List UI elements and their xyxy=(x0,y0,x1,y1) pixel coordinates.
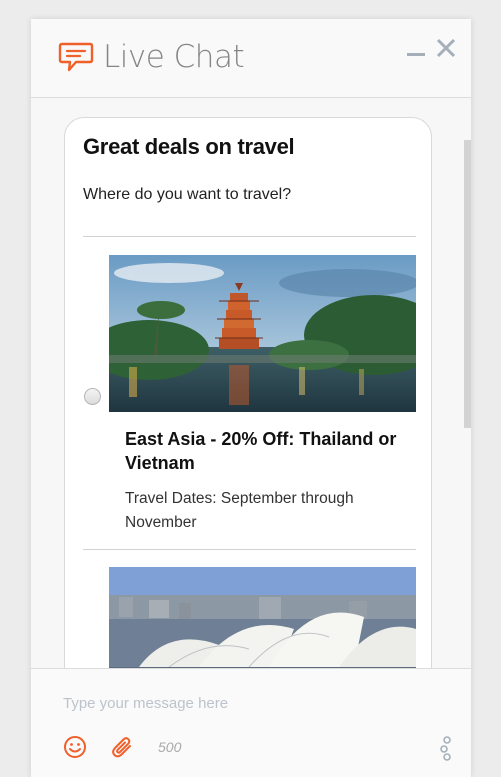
minimize-button[interactable] xyxy=(407,53,425,56)
deal-title: East Asia - 20% Off: Thailand or Vietnam xyxy=(125,429,397,473)
divider xyxy=(83,236,416,237)
message-input[interactable] xyxy=(63,688,443,718)
divider xyxy=(83,549,416,550)
message-area: Great deals on travel Where do you want … xyxy=(31,99,471,668)
close-button[interactable] xyxy=(435,37,457,59)
chat-footer: 500 xyxy=(31,668,471,777)
more-vertical-icon[interactable] xyxy=(439,735,455,761)
chat-header: Live Chat xyxy=(31,19,471,98)
pagoda-lake-photo[interactable] xyxy=(109,255,416,412)
scrollbar[interactable] xyxy=(464,140,471,428)
live-chat-window: Live Chat Great deals on travel Where do… xyxy=(31,19,471,777)
travel-deals-card: Great deals on travel Where do you want … xyxy=(64,117,432,668)
character-count: 500 xyxy=(158,739,182,755)
deal-dates: Travel Dates: September through November xyxy=(125,490,354,531)
paperclip-icon[interactable] xyxy=(110,735,134,759)
chat-bubble-icon xyxy=(58,42,94,72)
emoji-icon[interactable] xyxy=(63,735,87,759)
sydney-opera-house-photo[interactable] xyxy=(109,567,416,668)
option-radio-east-asia[interactable] xyxy=(84,388,101,405)
card-title: Great deals on travel xyxy=(83,134,295,159)
card-subtitle: Where do you want to travel? xyxy=(83,186,292,203)
chat-title: Live Chat xyxy=(103,39,245,75)
